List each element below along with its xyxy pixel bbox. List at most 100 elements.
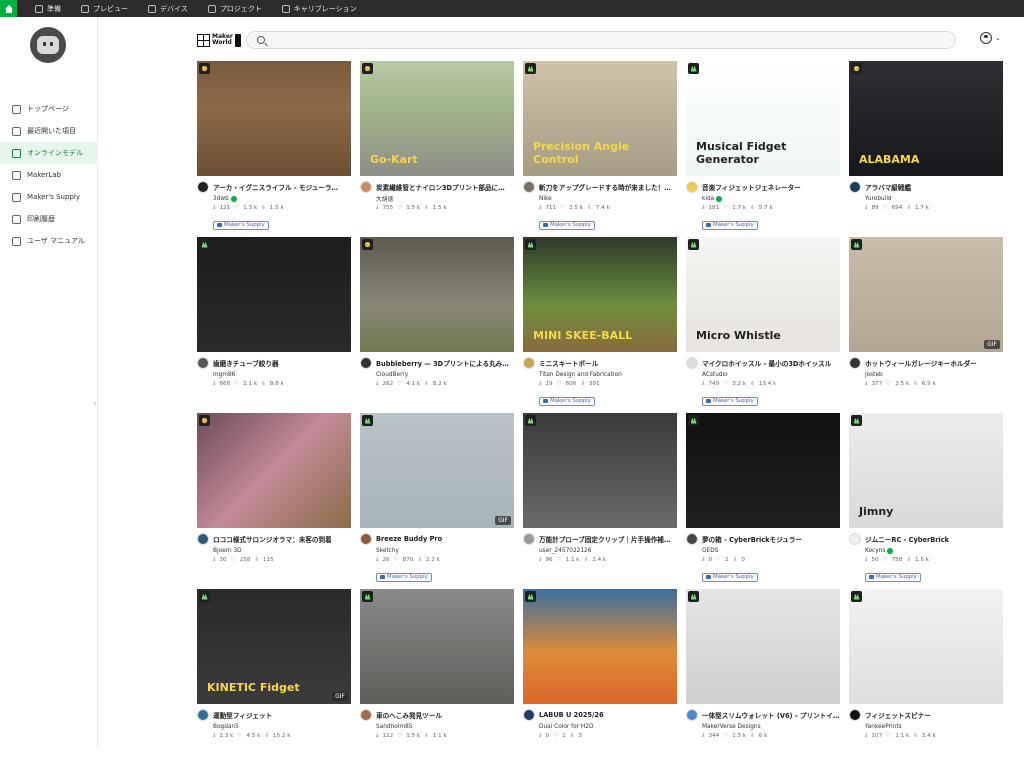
model-card[interactable]: LABUB U 2025/26 Dual Color for H2D ⤓ 0 ♡ 1 ⇩ 3 bbox=[523, 589, 677, 765]
tab-3[interactable]: プロジェクト bbox=[198, 0, 272, 17]
author-avatar[interactable] bbox=[849, 357, 861, 369]
model-card[interactable]: GIF Breeze Buddy Pro Sketchy ⤓ 26 ♡ 870 ⇩ 2.2 k M… bbox=[360, 413, 514, 589]
model-title[interactable]: アラバマ級戦艦 bbox=[865, 182, 911, 192]
author-avatar[interactable] bbox=[523, 709, 535, 721]
author-name[interactable]: YankeePrints bbox=[865, 722, 1003, 731]
model-card[interactable]: GIF ホットウィールガレージキーホルダー josteb ⤓ 377 ♡ 2.5 k ⇩ 6.9… bbox=[849, 237, 1003, 413]
model-card[interactable]: Bubbleberry — 3Dプリントによる丸み… CloudBerry ⤓ 262… bbox=[360, 237, 514, 413]
author-avatar[interactable] bbox=[360, 357, 372, 369]
makers-supply-badge[interactable]: Maker's Supply bbox=[213, 220, 269, 230]
model-title[interactable]: 夢の箱 - CyberBrickモジュラー bbox=[702, 534, 802, 544]
model-card[interactable]: Precision Angle Control 斬刀をアップグレードする時が来まし… bbox=[523, 61, 677, 237]
makers-supply-badge[interactable]: Maker's Supply bbox=[539, 396, 595, 406]
makers-supply-badge[interactable]: Maker's Supply bbox=[376, 572, 432, 582]
author-avatar[interactable] bbox=[849, 533, 861, 545]
author-name[interactable]: MakerVerse Designs bbox=[702, 722, 840, 731]
model-card[interactable]: 万能計プローブ固定クリップ｜片手操作補… user_2457022126 ⤓ 96 ♡ 1… bbox=[523, 413, 677, 589]
model-thumbnail[interactable] bbox=[523, 413, 677, 528]
model-title[interactable]: 一体型スリムウォレット (V6) - プリントイ… bbox=[702, 710, 839, 720]
author-name[interactable]: mgm86 bbox=[213, 370, 351, 379]
model-thumbnail[interactable] bbox=[686, 413, 840, 528]
model-thumbnail[interactable]: Jimny bbox=[849, 413, 1003, 528]
model-thumbnail[interactable] bbox=[360, 589, 514, 704]
author-name[interactable]: Yurobuild bbox=[865, 194, 1003, 203]
author-avatar[interactable] bbox=[849, 709, 861, 721]
search-input[interactable] bbox=[273, 35, 913, 45]
model-thumbnail[interactable]: Go-Kart bbox=[360, 61, 514, 176]
model-title[interactable]: 運動型フィジェット bbox=[213, 710, 272, 720]
model-title[interactable]: 炭素繊維管とナイロン3Dプリント部品に… bbox=[376, 182, 505, 192]
model-card[interactable]: Musical Fidget Generator 音楽フィジェットジェネレーター k… bbox=[686, 61, 840, 237]
model-thumbnail[interactable]: ALABAMA bbox=[849, 61, 1003, 176]
model-thumbnail[interactable] bbox=[686, 589, 840, 704]
author-avatar[interactable] bbox=[360, 709, 372, 721]
model-title[interactable]: ロココ様式サロンジオラマ：未客の到着 bbox=[213, 534, 332, 544]
author-avatar[interactable] bbox=[686, 181, 698, 193]
author-name[interactable]: Kocyns bbox=[865, 546, 1003, 555]
sidebar-item-1[interactable]: 最近開いた項目 bbox=[0, 120, 98, 142]
model-title[interactable]: 歯磨きチューブ絞り器 bbox=[213, 358, 279, 368]
model-title[interactable]: Breeze Buddy Pro bbox=[376, 535, 442, 543]
sidebar-item-5[interactable]: 印刷履歴 bbox=[0, 208, 98, 230]
user-avatar[interactable] bbox=[30, 27, 66, 63]
makerworld-logo[interactable]: Maker World bbox=[197, 32, 241, 48]
author-avatar[interactable] bbox=[197, 357, 209, 369]
author-name[interactable]: Sandholm85 bbox=[376, 722, 514, 731]
author-name[interactable]: Bogdan5 bbox=[213, 722, 351, 731]
tab-4[interactable]: キャリブレーション bbox=[272, 0, 367, 17]
author-avatar[interactable] bbox=[523, 533, 535, 545]
model-card[interactable]: ALABAMA アラバマ級戦艦 Yurobuild ⤓ 89 ♡ 694 ⇩ 1.7 k bbox=[849, 61, 1003, 237]
author-avatar[interactable] bbox=[197, 533, 209, 545]
model-card[interactable]: Jimny ジムニーRC - CyberBrick Kocyns ⤓ 50 ♡ 758 ⇩ 1.… bbox=[849, 413, 1003, 589]
author-name[interactable]: OEDS bbox=[702, 546, 840, 555]
author-avatar[interactable] bbox=[686, 533, 698, 545]
makers-supply-badge[interactable]: Maker's Supply bbox=[539, 220, 595, 230]
author-avatar[interactable] bbox=[686, 357, 698, 369]
author-avatar[interactable] bbox=[197, 709, 209, 721]
author-name[interactable]: 大胡徳 bbox=[376, 194, 514, 203]
author-name[interactable]: Dual Color for H2D bbox=[539, 722, 677, 731]
model-title[interactable]: マイクロホイッスル - 最小の3Dホイッスル bbox=[702, 358, 831, 368]
sidebar-item-3[interactable]: MakerLab bbox=[0, 164, 98, 186]
model-title[interactable]: ジムニーRC - CyberBrick bbox=[865, 534, 949, 544]
model-thumbnail[interactable]: Micro Whistle bbox=[686, 237, 840, 352]
model-thumbnail[interactable] bbox=[197, 413, 351, 528]
model-title[interactable]: ミニスキートボール bbox=[539, 358, 598, 368]
author-name[interactable]: Titan Design and Fabrication bbox=[539, 370, 677, 379]
model-card[interactable]: MINI SKEE-BALL ミニスキートボール Titan Design and … bbox=[523, 237, 677, 413]
search-bar[interactable] bbox=[246, 31, 956, 49]
makers-supply-badge[interactable]: Maker's Supply bbox=[865, 572, 921, 582]
model-title[interactable]: 万能計プローブ固定クリップ｜片手操作補… bbox=[539, 534, 670, 544]
model-title[interactable]: Bubbleberry — 3Dプリントによる丸み… bbox=[376, 358, 509, 368]
tab-1[interactable]: プレビュー bbox=[71, 0, 138, 17]
model-card[interactable]: フィジェットスピナー YankeePrints ⤓ 107 ♡ 1.1 k ⇩ 3.4 k bbox=[849, 589, 1003, 765]
model-thumbnail[interactable]: Precision Angle Control bbox=[523, 61, 677, 176]
model-card[interactable]: アーカ・イグニスライフル - モジューラ… 3dwb ⤓ 121 ♡ 1.3 k ⇩ 1.5 … bbox=[197, 61, 351, 237]
model-card[interactable]: 一体型スリムウォレット (V6) - プリントイ… MakerVerse Desi… bbox=[686, 589, 840, 765]
model-thumbnail[interactable] bbox=[523, 589, 677, 704]
model-card[interactable]: ロココ様式サロンジオラマ：未客の到着 Bjoern 3D ⤓ 30 ♡ 258 ⇩ 115 bbox=[197, 413, 351, 589]
author-avatar[interactable] bbox=[849, 181, 861, 193]
author-name[interactable]: user_2457022126 bbox=[539, 546, 677, 555]
author-name[interactable]: ACstudio bbox=[702, 370, 840, 379]
model-thumbnail[interactable] bbox=[197, 237, 351, 352]
author-avatar[interactable] bbox=[360, 533, 372, 545]
user-menu[interactable]: ⌄ bbox=[980, 32, 1001, 44]
author-avatar[interactable] bbox=[523, 181, 535, 193]
home-button[interactable] bbox=[0, 0, 17, 17]
model-card[interactable]: Go-Kart 炭素繊維管とナイロン3Dプリント部品に… 大胡徳 ⤓ 755 ♡ 1.5 k… bbox=[360, 61, 514, 237]
author-avatar[interactable] bbox=[197, 181, 209, 193]
author-name[interactable]: 3dwb bbox=[213, 194, 351, 203]
collapse-sidebar-button[interactable]: ‹ bbox=[91, 394, 99, 414]
model-card[interactable]: Micro Whistle マイクロホイッスル - 最小の3Dホイッスル ACstu… bbox=[686, 237, 840, 413]
author-name[interactable]: Bjoern 3D bbox=[213, 546, 351, 555]
model-thumbnail[interactable] bbox=[849, 589, 1003, 704]
author-name[interactable]: CloudBerry bbox=[376, 370, 514, 379]
author-name[interactable]: josteb bbox=[865, 370, 1003, 379]
model-title[interactable]: 音楽フィジェットジェネレーター bbox=[702, 182, 801, 192]
model-card[interactable]: 歯磨きチューブ絞り器 mgm86 ⤓ 668 ♡ 2.1 k ⇩ 8.8 k bbox=[197, 237, 351, 413]
tab-2[interactable]: デバイス bbox=[138, 0, 198, 17]
author-name[interactable]: kida bbox=[702, 194, 840, 203]
model-title[interactable]: 斬刀をアップグレードする時が来ました！… bbox=[539, 182, 671, 192]
sidebar-item-4[interactable]: Maker's Supply bbox=[0, 186, 98, 208]
